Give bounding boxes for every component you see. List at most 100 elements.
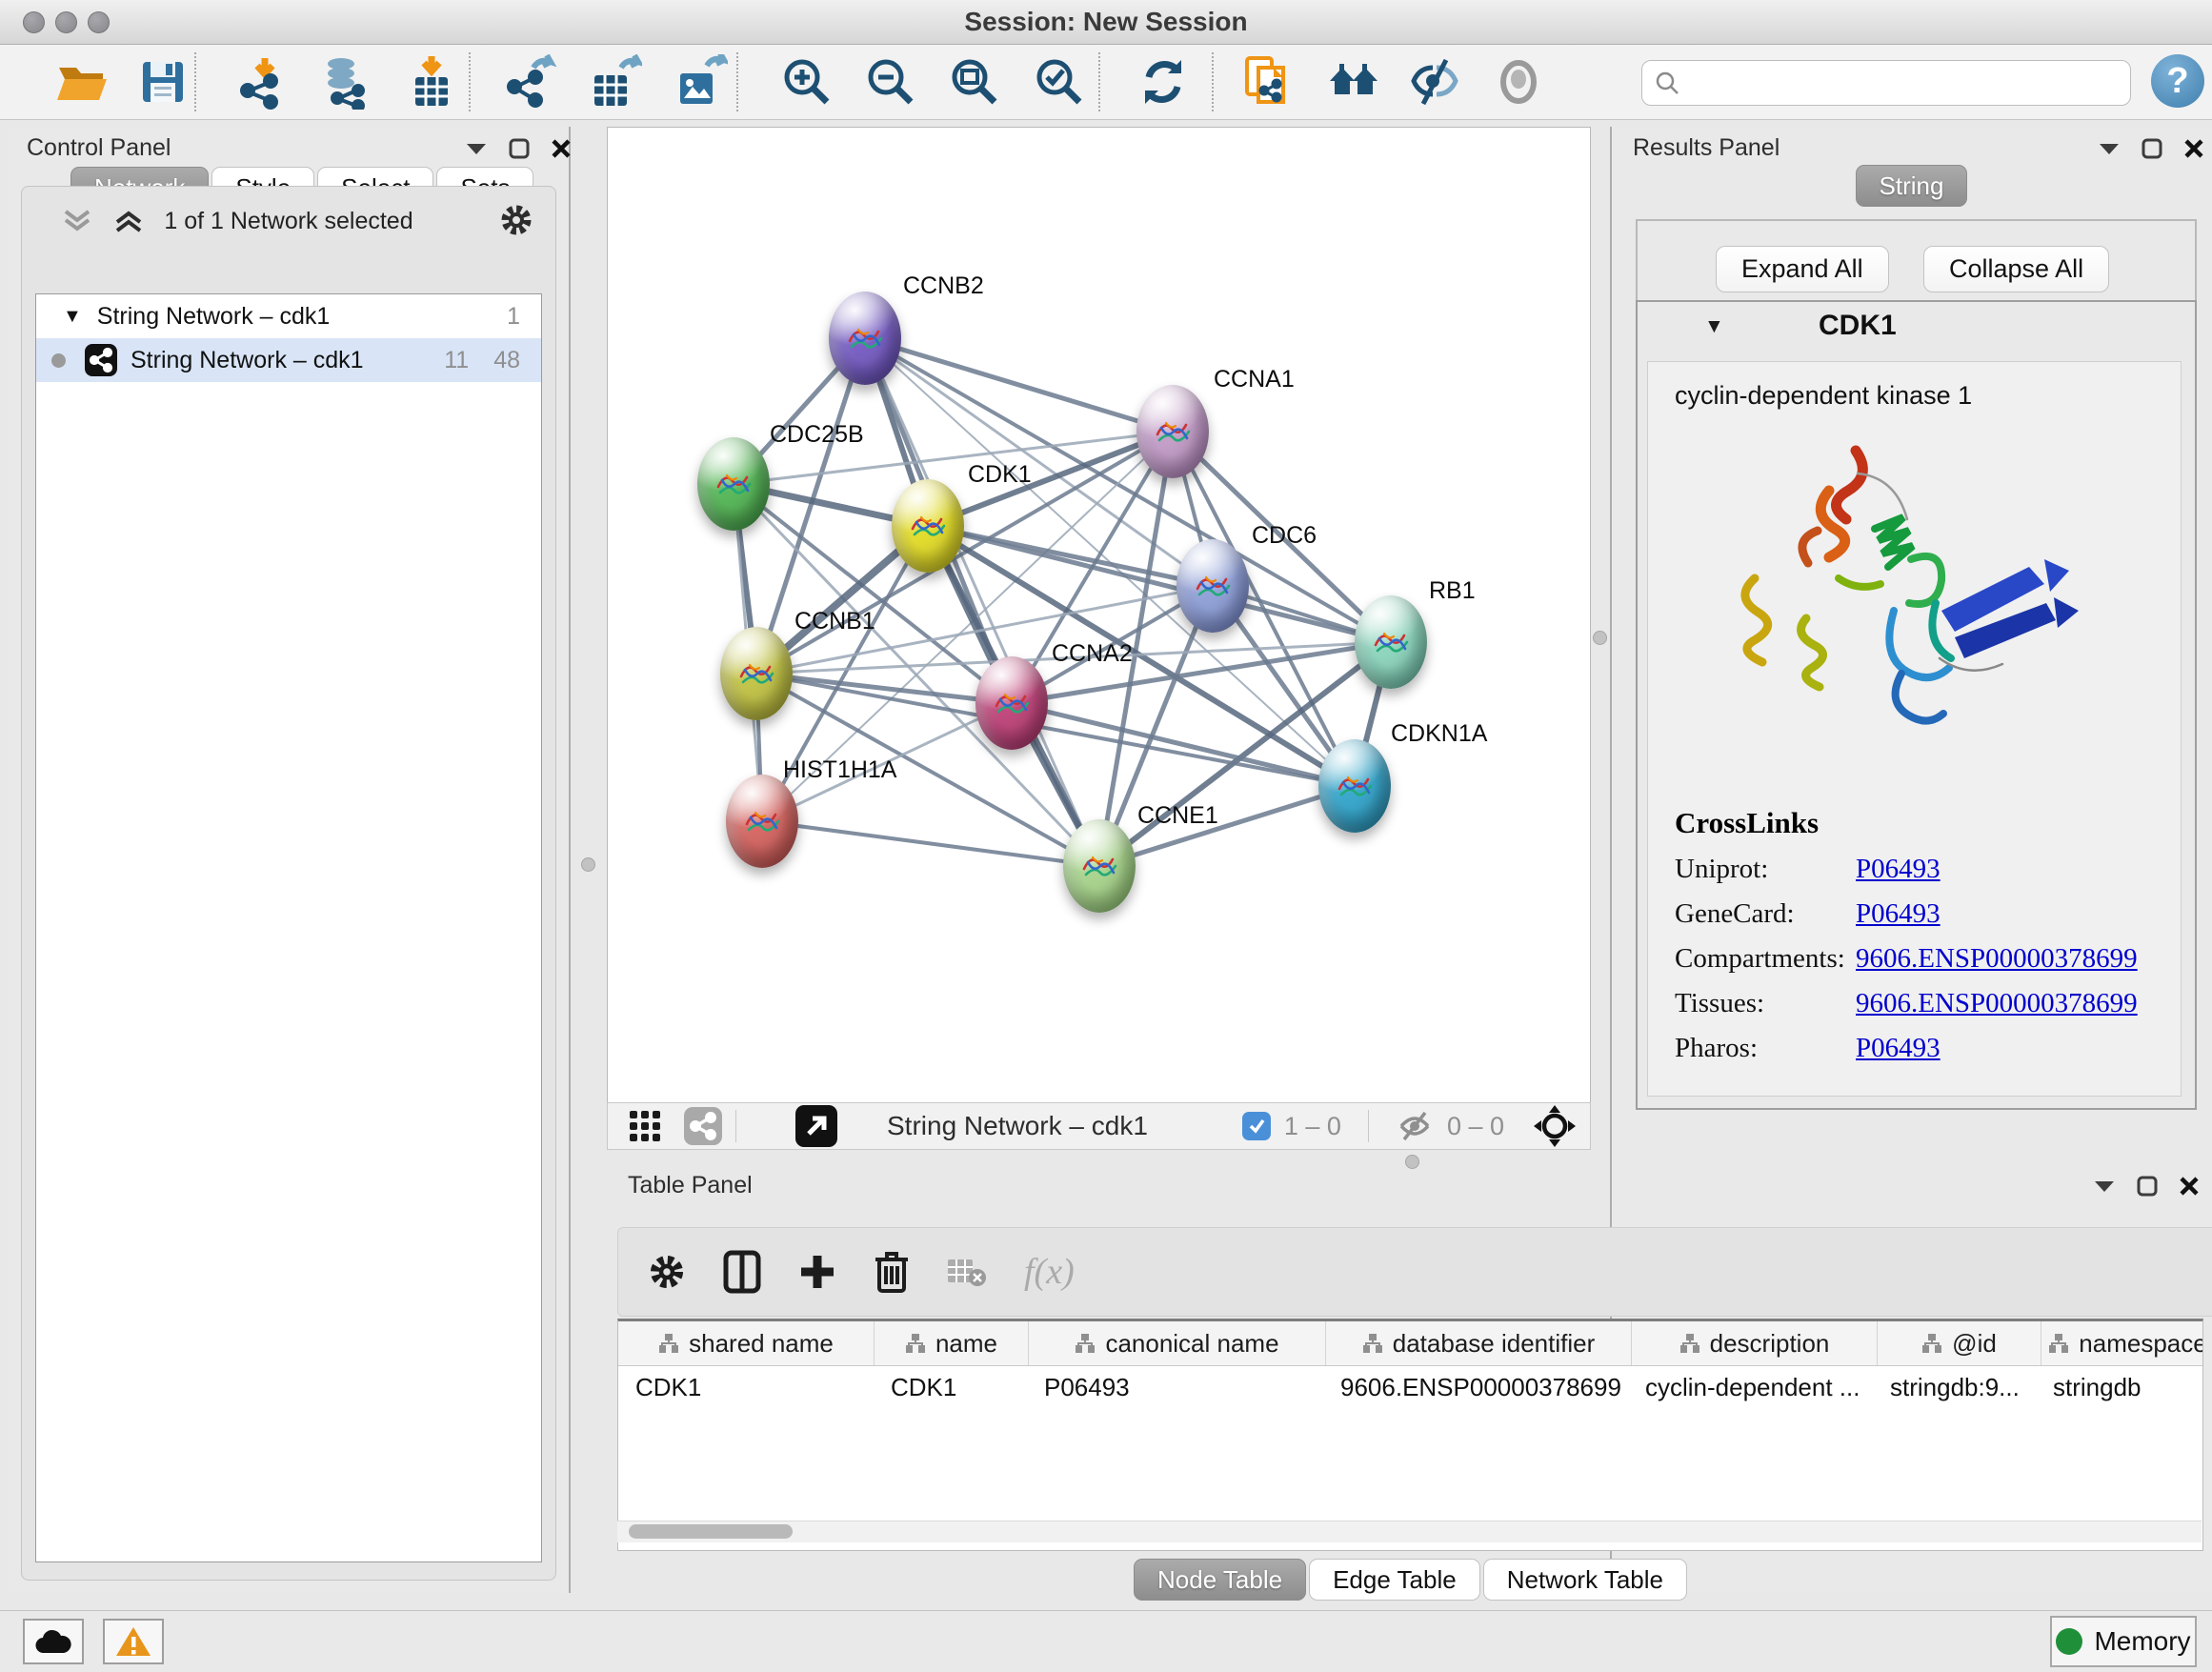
string-view-icon[interactable]	[684, 1107, 722, 1145]
control-panel: Control Panel NetworkStyleSelectSets 1 o…	[8, 127, 571, 1593]
zoom-selected-icon[interactable]	[1032, 54, 1087, 110]
collapse-all-button[interactable]: Collapse All	[1923, 246, 2109, 292]
save-session-icon[interactable]	[135, 54, 191, 110]
copy-network-icon[interactable]	[1241, 54, 1297, 110]
search-input[interactable]	[1641, 60, 2131, 106]
right-splitter-handle[interactable]	[1593, 631, 1607, 645]
crosslink-link[interactable]: 9606.ENSP00000378699	[1856, 943, 2138, 975]
birdseye-icon[interactable]	[1533, 1104, 1577, 1148]
close-panel-icon[interactable]	[2179, 1176, 2200, 1197]
node-table: shared name name canonical name database…	[617, 1319, 2203, 1551]
window-close-dot[interactable]	[23, 11, 45, 33]
network-node-CDC6[interactable]	[1176, 539, 1249, 633]
string-home-icon[interactable]	[1326, 54, 1381, 110]
network-node-CDKN1A[interactable]	[1318, 739, 1391, 833]
network-node-CDC25B[interactable]	[697, 437, 770, 531]
crosslink-link[interactable]: P06493	[1856, 898, 1941, 930]
network-canvas[interactable]: CCNB2 CCNA1 CDC25B CDK1 CDC6 RB1 CCNB1 C…	[607, 127, 1591, 1103]
delete-column-icon[interactable]	[874, 1250, 910, 1294]
grid-view-icon[interactable]	[629, 1110, 661, 1142]
table-row[interactable]: CDK1CDK1P064939606.ENSP00000378699cyclin…	[618, 1366, 2202, 1408]
expand-all-button[interactable]: Expand All	[1716, 246, 1889, 292]
network-status-dot-icon	[51, 353, 66, 368]
hidden-count: 0 – 0	[1447, 1112, 1504, 1141]
network-node-RB1[interactable]	[1355, 595, 1427, 689]
memory-status-icon	[2056, 1628, 2082, 1655]
hide-unhide-icon[interactable]	[1408, 54, 1463, 110]
table-gear-icon[interactable]	[647, 1252, 687, 1292]
cloud-button[interactable]	[23, 1619, 84, 1664]
window-minimize-dot[interactable]	[55, 11, 77, 33]
search-icon	[1654, 70, 1680, 96]
hscroll-thumb[interactable]	[629, 1524, 793, 1539]
preview-eye-icon[interactable]	[1491, 54, 1546, 110]
column-header-description[interactable]: description	[1632, 1321, 1878, 1365]
export-image-icon[interactable]	[673, 54, 728, 110]
column-header-database-identifier[interactable]: database identifier	[1326, 1321, 1632, 1365]
column-header-shared-name[interactable]: shared name	[618, 1321, 875, 1365]
float-panel-icon[interactable]	[2137, 1176, 2158, 1197]
network-node-CCNA1[interactable]	[1136, 385, 1209, 478]
crosslink-link[interactable]: P06493	[1856, 854, 1941, 885]
import-table-icon[interactable]	[404, 54, 459, 110]
warning-button[interactable]	[103, 1619, 164, 1664]
column-header--id[interactable]: @id	[1878, 1321, 2041, 1365]
network-node-CCNB1[interactable]	[720, 627, 793, 720]
network-collection-row[interactable]: ▼ String Network – cdk1 1	[36, 294, 541, 338]
import-database-icon[interactable]	[318, 54, 373, 110]
column-header-canonical-name[interactable]: canonical name	[1029, 1321, 1326, 1365]
memory-button[interactable]: Memory	[2050, 1616, 2197, 1667]
refresh-icon[interactable]	[1136, 54, 1191, 110]
section-expander-icon[interactable]: ▼	[1704, 315, 1724, 338]
tree-expander-icon[interactable]: ▼	[63, 306, 82, 328]
export-network-icon[interactable]	[505, 54, 560, 110]
zoom-out-icon[interactable]	[863, 54, 918, 110]
table-hscrollbar[interactable]	[617, 1521, 2202, 1542]
network-node-CCNA2[interactable]	[975, 656, 1048, 750]
selected-checkbox[interactable]	[1242, 1112, 1271, 1140]
export-table-icon[interactable]	[587, 54, 642, 110]
close-panel-icon[interactable]	[551, 138, 572, 159]
column-header-namespace[interactable]: namespace	[2041, 1321, 2203, 1365]
float-panel-icon[interactable]	[509, 138, 530, 159]
collapse-panel-icon[interactable]	[2098, 141, 2121, 156]
help-button[interactable]: ?	[2151, 54, 2204, 108]
add-column-icon[interactable]	[797, 1252, 837, 1292]
edge-count: 48	[493, 347, 520, 374]
gene-name[interactable]: CDK1	[1819, 310, 1897, 342]
cdk1-details: cyclin-dependent kinase 1	[1647, 361, 2182, 1097]
hidden-eye-icon[interactable]	[1396, 1111, 1434, 1141]
edge-CCNB2-CCNE1[interactable]	[865, 338, 1099, 866]
crosslink-link[interactable]: P06493	[1856, 1033, 1941, 1064]
float-panel-icon[interactable]	[2142, 138, 2162, 159]
window-zoom-dot[interactable]	[88, 11, 110, 33]
import-network-icon[interactable]	[236, 54, 292, 110]
network-node-CDK1[interactable]	[892, 479, 964, 573]
network-node-CCNB2[interactable]	[829, 292, 901, 385]
tab-edge-table[interactable]: Edge Table	[1309, 1559, 1480, 1601]
column-header-name[interactable]: name	[875, 1321, 1029, 1365]
bottom-splitter-handle[interactable]	[1405, 1155, 1419, 1169]
tab-network-table[interactable]: Network Table	[1483, 1559, 1687, 1601]
open-view-icon[interactable]	[795, 1105, 837, 1147]
toolbar-separator	[194, 52, 196, 111]
close-panel-icon[interactable]	[2183, 138, 2204, 159]
edge-CCNB2-CCNA1[interactable]	[865, 338, 1173, 432]
gear-icon[interactable]	[498, 202, 534, 238]
collapse-panel-icon[interactable]	[2093, 1178, 2116, 1194]
edge-HIST1H1A-CCNE1[interactable]	[762, 821, 1099, 866]
network-row-selected[interactable]: String Network – cdk1 11 48	[36, 338, 541, 382]
zoom-in-icon[interactable]	[779, 54, 835, 110]
edge-CDK1-RB1[interactable]	[928, 526, 1391, 642]
network-node-HIST1H1A[interactable]	[726, 775, 798, 868]
show-columns-icon[interactable]	[723, 1250, 761, 1294]
tab-node-table[interactable]: Node Table	[1134, 1559, 1306, 1601]
crosslink-link[interactable]: 9606.ENSP00000378699	[1856, 988, 2138, 1019]
network-node-CCNE1[interactable]	[1063, 819, 1136, 913]
tab-string[interactable]: String	[1856, 165, 1968, 207]
zoom-fit-icon[interactable]	[947, 54, 1002, 110]
open-session-icon[interactable]	[53, 54, 109, 110]
left-splitter-handle[interactable]	[581, 857, 595, 872]
collapse-panel-icon[interactable]	[465, 141, 488, 156]
cell-name: CDK1	[874, 1366, 1027, 1408]
